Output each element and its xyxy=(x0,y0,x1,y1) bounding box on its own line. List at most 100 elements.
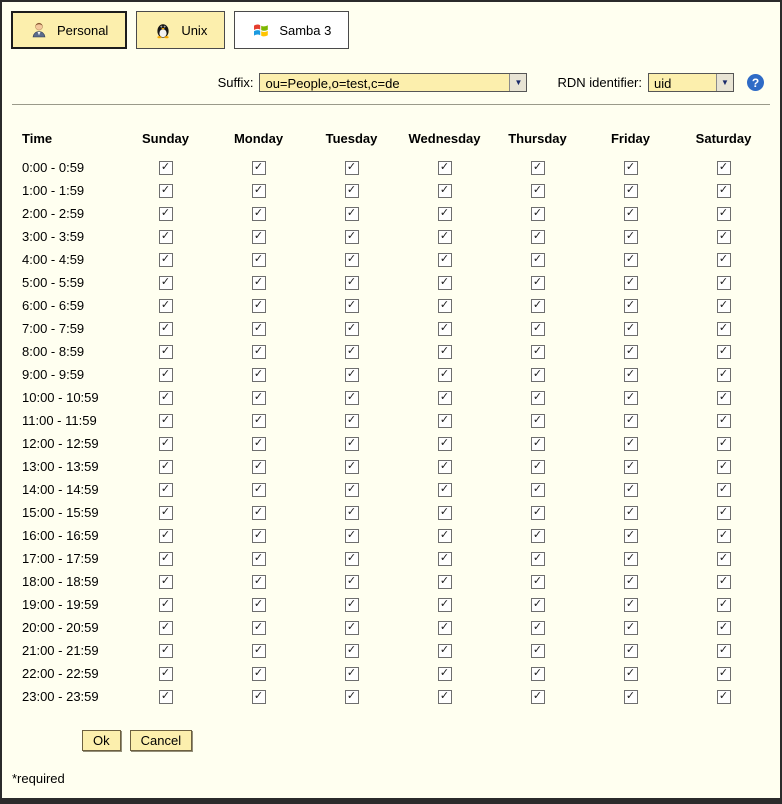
hour-checkbox-friday[interactable]: ✓ xyxy=(624,437,638,451)
hour-checkbox-sunday[interactable]: ✓ xyxy=(159,690,173,704)
hour-checkbox-sunday[interactable]: ✓ xyxy=(159,161,173,175)
hour-checkbox-wednesday[interactable]: ✓ xyxy=(438,414,452,428)
hour-checkbox-thursday[interactable]: ✓ xyxy=(531,161,545,175)
hour-checkbox-monday[interactable]: ✓ xyxy=(252,483,266,497)
hour-checkbox-thursday[interactable]: ✓ xyxy=(531,529,545,543)
hour-checkbox-friday[interactable]: ✓ xyxy=(624,299,638,313)
hour-checkbox-friday[interactable]: ✓ xyxy=(624,483,638,497)
hour-checkbox-friday[interactable]: ✓ xyxy=(624,529,638,543)
hour-checkbox-saturday[interactable]: ✓ xyxy=(717,529,731,543)
hour-checkbox-tuesday[interactable]: ✓ xyxy=(345,437,359,451)
hour-checkbox-saturday[interactable]: ✓ xyxy=(717,345,731,359)
hour-checkbox-friday[interactable]: ✓ xyxy=(624,207,638,221)
hour-checkbox-thursday[interactable]: ✓ xyxy=(531,552,545,566)
hour-checkbox-monday[interactable]: ✓ xyxy=(252,437,266,451)
hour-checkbox-tuesday[interactable]: ✓ xyxy=(345,391,359,405)
hour-checkbox-tuesday[interactable]: ✓ xyxy=(345,345,359,359)
hour-checkbox-monday[interactable]: ✓ xyxy=(252,644,266,658)
hour-checkbox-friday[interactable]: ✓ xyxy=(624,460,638,474)
hour-checkbox-monday[interactable]: ✓ xyxy=(252,575,266,589)
hour-checkbox-monday[interactable]: ✓ xyxy=(252,276,266,290)
hour-checkbox-tuesday[interactable]: ✓ xyxy=(345,644,359,658)
hour-checkbox-sunday[interactable]: ✓ xyxy=(159,414,173,428)
hour-checkbox-saturday[interactable]: ✓ xyxy=(717,552,731,566)
ok-button[interactable]: Ok xyxy=(82,730,121,751)
hour-checkbox-saturday[interactable]: ✓ xyxy=(717,230,731,244)
hour-checkbox-friday[interactable]: ✓ xyxy=(624,667,638,681)
hour-checkbox-wednesday[interactable]: ✓ xyxy=(438,299,452,313)
hour-checkbox-friday[interactable]: ✓ xyxy=(624,322,638,336)
hour-checkbox-wednesday[interactable]: ✓ xyxy=(438,230,452,244)
hour-checkbox-saturday[interactable]: ✓ xyxy=(717,621,731,635)
hour-checkbox-thursday[interactable]: ✓ xyxy=(531,391,545,405)
hour-checkbox-saturday[interactable]: ✓ xyxy=(717,253,731,267)
hour-checkbox-wednesday[interactable]: ✓ xyxy=(438,575,452,589)
hour-checkbox-tuesday[interactable]: ✓ xyxy=(345,253,359,267)
hour-checkbox-monday[interactable]: ✓ xyxy=(252,552,266,566)
hour-checkbox-sunday[interactable]: ✓ xyxy=(159,598,173,612)
hour-checkbox-tuesday[interactable]: ✓ xyxy=(345,276,359,290)
hour-checkbox-monday[interactable]: ✓ xyxy=(252,667,266,681)
hour-checkbox-tuesday[interactable]: ✓ xyxy=(345,575,359,589)
hour-checkbox-thursday[interactable]: ✓ xyxy=(531,414,545,428)
hour-checkbox-sunday[interactable]: ✓ xyxy=(159,460,173,474)
hour-checkbox-wednesday[interactable]: ✓ xyxy=(438,644,452,658)
hour-checkbox-tuesday[interactable]: ✓ xyxy=(345,506,359,520)
hour-checkbox-monday[interactable]: ✓ xyxy=(252,690,266,704)
hour-checkbox-sunday[interactable]: ✓ xyxy=(159,368,173,382)
hour-checkbox-thursday[interactable]: ✓ xyxy=(531,621,545,635)
hour-checkbox-tuesday[interactable]: ✓ xyxy=(345,368,359,382)
help-icon[interactable]: ? xyxy=(747,74,764,91)
hour-checkbox-thursday[interactable]: ✓ xyxy=(531,598,545,612)
hour-checkbox-monday[interactable]: ✓ xyxy=(252,460,266,474)
hour-checkbox-tuesday[interactable]: ✓ xyxy=(345,161,359,175)
hour-checkbox-thursday[interactable]: ✓ xyxy=(531,667,545,681)
hour-checkbox-friday[interactable]: ✓ xyxy=(624,230,638,244)
hour-checkbox-tuesday[interactable]: ✓ xyxy=(345,598,359,612)
hour-checkbox-friday[interactable]: ✓ xyxy=(624,644,638,658)
tab-personal[interactable]: Personal xyxy=(11,11,127,49)
hour-checkbox-saturday[interactable]: ✓ xyxy=(717,414,731,428)
hour-checkbox-wednesday[interactable]: ✓ xyxy=(438,391,452,405)
hour-checkbox-sunday[interactable]: ✓ xyxy=(159,276,173,290)
hour-checkbox-wednesday[interactable]: ✓ xyxy=(438,345,452,359)
hour-checkbox-sunday[interactable]: ✓ xyxy=(159,437,173,451)
hour-checkbox-monday[interactable]: ✓ xyxy=(252,253,266,267)
hour-checkbox-tuesday[interactable]: ✓ xyxy=(345,322,359,336)
hour-checkbox-monday[interactable]: ✓ xyxy=(252,598,266,612)
hour-checkbox-sunday[interactable]: ✓ xyxy=(159,207,173,221)
hour-checkbox-thursday[interactable]: ✓ xyxy=(531,483,545,497)
hour-checkbox-friday[interactable]: ✓ xyxy=(624,161,638,175)
hour-checkbox-monday[interactable]: ✓ xyxy=(252,207,266,221)
hour-checkbox-friday[interactable]: ✓ xyxy=(624,276,638,290)
hour-checkbox-thursday[interactable]: ✓ xyxy=(531,299,545,313)
hour-checkbox-thursday[interactable]: ✓ xyxy=(531,368,545,382)
hour-checkbox-thursday[interactable]: ✓ xyxy=(531,575,545,589)
hour-checkbox-friday[interactable]: ✓ xyxy=(624,253,638,267)
hour-checkbox-sunday[interactable]: ✓ xyxy=(159,253,173,267)
tab-unix[interactable]: Unix xyxy=(136,11,225,49)
suffix-select[interactable]: ou=People,o=test,c=de ▼ xyxy=(259,73,527,92)
hour-checkbox-wednesday[interactable]: ✓ xyxy=(438,552,452,566)
hour-checkbox-sunday[interactable]: ✓ xyxy=(159,529,173,543)
hour-checkbox-wednesday[interactable]: ✓ xyxy=(438,690,452,704)
hour-checkbox-saturday[interactable]: ✓ xyxy=(717,575,731,589)
hour-checkbox-tuesday[interactable]: ✓ xyxy=(345,690,359,704)
hour-checkbox-sunday[interactable]: ✓ xyxy=(159,644,173,658)
hour-checkbox-sunday[interactable]: ✓ xyxy=(159,184,173,198)
hour-checkbox-friday[interactable]: ✓ xyxy=(624,598,638,612)
cancel-button[interactable]: Cancel xyxy=(130,730,192,751)
hour-checkbox-monday[interactable]: ✓ xyxy=(252,322,266,336)
hour-checkbox-thursday[interactable]: ✓ xyxy=(531,322,545,336)
hour-checkbox-tuesday[interactable]: ✓ xyxy=(345,414,359,428)
hour-checkbox-saturday[interactable]: ✓ xyxy=(717,184,731,198)
hour-checkbox-friday[interactable]: ✓ xyxy=(624,552,638,566)
hour-checkbox-monday[interactable]: ✓ xyxy=(252,621,266,635)
hour-checkbox-thursday[interactable]: ✓ xyxy=(531,460,545,474)
hour-checkbox-sunday[interactable]: ✓ xyxy=(159,483,173,497)
hour-checkbox-saturday[interactable]: ✓ xyxy=(717,276,731,290)
hour-checkbox-monday[interactable]: ✓ xyxy=(252,345,266,359)
hour-checkbox-wednesday[interactable]: ✓ xyxy=(438,322,452,336)
hour-checkbox-wednesday[interactable]: ✓ xyxy=(438,460,452,474)
hour-checkbox-friday[interactable]: ✓ xyxy=(624,621,638,635)
